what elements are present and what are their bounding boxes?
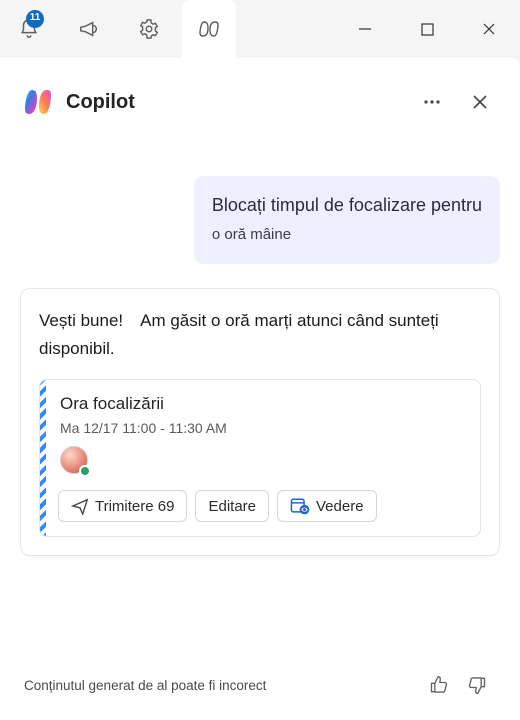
attendee-avatar[interactable] [60, 446, 90, 476]
event-title: Ora focalizării [60, 394, 466, 414]
ai-disclaimer-text: Conținutul generat de al poate fi incore… [24, 678, 420, 693]
copilot-panel: Copilot Blocați timpul de focalizare pen… [0, 58, 520, 720]
megaphone-icon [78, 18, 100, 40]
more-icon [423, 93, 441, 111]
send-icon [71, 497, 89, 515]
event-action-row: Trimitere 69 Editare Vedere [58, 490, 466, 522]
panel-footer: Conținutul generat de al poate fi incore… [20, 654, 500, 720]
gear-icon [138, 18, 160, 40]
maximize-button[interactable] [396, 0, 458, 58]
send-button-label: Trimitere 69 [95, 498, 174, 515]
thumbs-up-icon [429, 675, 449, 695]
event-color-stripe [40, 380, 46, 536]
view-button-label: Vedere [316, 498, 364, 515]
panel-header: Copilot [20, 78, 500, 146]
copilot-tab-button[interactable] [182, 0, 236, 58]
user-message-line2: o oră mâine [212, 222, 482, 248]
assistant-response-text: Vești bune! Am găsit o oră marți atunci … [39, 307, 481, 363]
calendar-eye-icon [290, 497, 310, 515]
close-icon [472, 94, 488, 110]
panel-close-button[interactable] [462, 84, 498, 120]
panel-more-button[interactable] [414, 84, 450, 120]
panel-title: Copilot [66, 91, 402, 114]
minimize-icon [358, 22, 372, 36]
notifications-button[interactable]: 11 [2, 0, 56, 58]
settings-button[interactable] [122, 0, 176, 58]
event-time: Ma 12/17 11:00 - 11:30 AM [60, 420, 466, 436]
titlebar-left-group: 11 [0, 0, 236, 58]
maximize-icon [421, 23, 434, 36]
window-titlebar: 11 [0, 0, 520, 58]
thumbs-up-button[interactable] [420, 668, 458, 702]
window-controls [334, 0, 520, 58]
announcements-button[interactable] [62, 0, 116, 58]
assistant-response-card: Vești bune! Am găsit o oră marți atunci … [20, 288, 500, 556]
edit-button[interactable]: Editare [195, 490, 269, 522]
user-message-line1: Blocați timpul de focalizare pentru [212, 192, 482, 218]
copilot-logo-icon [22, 86, 54, 118]
presence-available-icon [79, 465, 91, 477]
window-close-button[interactable] [458, 0, 520, 58]
send-button[interactable]: Trimitere 69 [58, 490, 187, 522]
user-message-bubble: Blocați timpul de focalizare pentru o or… [194, 176, 500, 264]
edit-button-label: Editare [208, 498, 256, 515]
close-icon [482, 22, 496, 36]
copilot-icon [197, 17, 221, 41]
calendar-event-card[interactable]: Ora focalizării Ma 12/17 11:00 - 11:30 A… [39, 379, 481, 537]
minimize-button[interactable] [334, 0, 396, 58]
thumbs-down-button[interactable] [458, 668, 496, 702]
view-button[interactable]: Vedere [277, 490, 377, 522]
notifications-badge: 11 [26, 10, 44, 28]
thumbs-down-icon [467, 675, 487, 695]
titlebar-spacer [236, 0, 334, 58]
